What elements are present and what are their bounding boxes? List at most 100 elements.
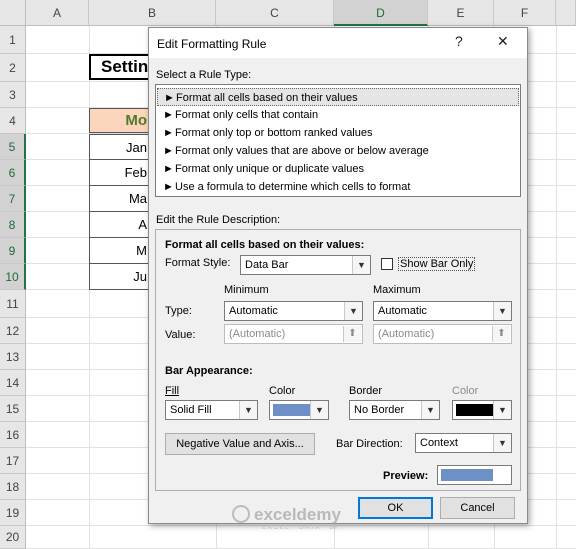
rule-type-label: Format only cells that contain xyxy=(175,109,319,121)
collapse-dialog-icon[interactable]: ⬆ xyxy=(343,326,361,342)
negative-value-axis-label: Negative Value and Axis... xyxy=(176,438,304,450)
row-header[interactable]: 17 xyxy=(0,448,26,474)
rule-bullet-icon: ► xyxy=(163,163,174,175)
edit-description-label: Edit the Rule Description: xyxy=(156,214,281,226)
chevron-down-icon[interactable]: ▼ xyxy=(352,256,370,274)
month-cell[interactable]: A xyxy=(89,212,149,238)
maximum-type-value: Automatic xyxy=(378,305,427,317)
close-icon[interactable]: ✕ xyxy=(497,33,509,50)
row-header[interactable]: 1 xyxy=(0,26,26,54)
column-header-g[interactable] xyxy=(556,0,576,26)
minimum-type-select[interactable]: Automatic ▼ xyxy=(224,301,363,321)
format-style-value: Data Bar xyxy=(245,259,289,271)
collapse-dialog-icon[interactable]: ⬆ xyxy=(492,326,510,342)
rule-type-item[interactable]: ►Format only unique or duplicate values xyxy=(157,160,519,178)
show-bar-only-label[interactable]: Show Bar Only xyxy=(398,257,476,271)
type-label: Type: xyxy=(165,305,192,317)
dialog-title-bar[interactable]: Edit Formatting Rule ? ✕ xyxy=(149,28,527,58)
show-bar-only-checkbox[interactable] xyxy=(381,258,393,270)
maximum-label: Maximum xyxy=(373,284,421,296)
row-header[interactable]: 2 xyxy=(0,54,26,82)
chevron-down-icon[interactable]: ▼ xyxy=(493,302,511,320)
fill-color-swatch xyxy=(273,404,310,416)
month-header-cell[interactable]: Mo xyxy=(89,108,149,133)
chevron-down-icon[interactable]: ▼ xyxy=(421,401,439,419)
row-header[interactable]: 12 xyxy=(0,318,26,344)
minimum-type-value: Automatic xyxy=(229,305,278,317)
dialog-title: Edit Formatting Rule xyxy=(157,37,267,51)
cancel-label: Cancel xyxy=(460,502,495,514)
preview-data-bar xyxy=(441,469,493,481)
minimum-value-field[interactable]: (Automatic) ⬆ xyxy=(224,324,363,344)
bar-direction-value: Context xyxy=(420,437,458,449)
row-header[interactable]: 14 xyxy=(0,370,26,396)
watermark-tagline: EXCEL · DATA · BI xyxy=(262,524,338,531)
border-value: No Border xyxy=(354,404,405,416)
row-header[interactable]: 10 xyxy=(0,264,26,290)
rule-type-item[interactable]: ►Format only cells that contain xyxy=(157,106,519,124)
row-header[interactable]: 6 xyxy=(0,160,26,186)
column-header-f[interactable]: F xyxy=(494,0,556,26)
bar-direction-select[interactable]: Context ▼ xyxy=(415,433,512,453)
bar-direction-label: Bar Direction: xyxy=(336,438,403,450)
rule-type-label: Format all cells based on their values xyxy=(176,92,358,104)
column-header-d[interactable]: D xyxy=(334,0,428,26)
month-cell[interactable]: Ju xyxy=(89,264,149,290)
rule-bullet-icon: ► xyxy=(164,92,175,104)
rule-type-label: Format only top or bottom ranked values xyxy=(175,127,373,139)
rule-type-list[interactable]: ►Format all cells based on their values … xyxy=(155,84,521,197)
preview-box xyxy=(437,465,512,485)
chevron-down-icon[interactable]: ▼ xyxy=(493,434,511,452)
rule-bullet-icon: ► xyxy=(163,109,174,121)
row-header[interactable]: 16 xyxy=(0,422,26,448)
sheet-title-cell[interactable]: Settin xyxy=(89,54,149,80)
column-header-e[interactable]: E xyxy=(428,0,494,26)
column-header-c[interactable]: C xyxy=(216,0,334,26)
maximum-value-field[interactable]: (Automatic) ⬆ xyxy=(373,324,512,344)
format-style-select[interactable]: Data Bar ▼ xyxy=(240,255,371,275)
border-color-picker[interactable]: ▼ xyxy=(452,400,512,420)
rule-type-item[interactable]: ►Format all cells based on their values xyxy=(157,88,519,106)
row-header[interactable]: 7 xyxy=(0,186,26,212)
month-cell[interactable]: Jan xyxy=(89,134,149,160)
fill-color-picker[interactable]: ▼ xyxy=(269,400,329,420)
row-header[interactable]: 9 xyxy=(0,238,26,264)
select-all-corner[interactable] xyxy=(0,0,26,26)
row-header[interactable]: 4 xyxy=(0,108,26,134)
ok-button[interactable]: OK xyxy=(358,497,433,519)
help-icon[interactable]: ? xyxy=(455,33,463,49)
column-header-a[interactable]: A xyxy=(26,0,89,26)
select-rule-type-label: Select a Rule Type: xyxy=(156,69,252,81)
format-style-label: Format Style: xyxy=(165,257,231,269)
negative-value-axis-button[interactable]: Negative Value and Axis... xyxy=(165,433,315,455)
chevron-down-icon[interactable]: ▼ xyxy=(310,401,328,419)
rule-type-item[interactable]: ►Use a formula to determine which cells … xyxy=(157,178,519,196)
cancel-button[interactable]: Cancel xyxy=(440,497,515,519)
row-header[interactable]: 8 xyxy=(0,212,26,238)
row-header[interactable]: 11 xyxy=(0,290,26,318)
month-cell[interactable]: Ma xyxy=(89,186,149,212)
minimum-label: Minimum xyxy=(224,284,269,296)
value-label: Value: xyxy=(165,329,196,341)
fill-label: Fill xyxy=(165,385,180,397)
minimum-value-placeholder: (Automatic) xyxy=(229,328,286,340)
chevron-down-icon[interactable]: ▼ xyxy=(344,302,362,320)
maximum-type-select[interactable]: Automatic ▼ xyxy=(373,301,512,321)
row-header[interactable]: 3 xyxy=(0,82,26,108)
column-header-b[interactable]: B xyxy=(89,0,216,26)
row-header[interactable]: 18 xyxy=(0,474,26,500)
rule-type-label: Format only values that are above or bel… xyxy=(175,145,429,157)
rule-type-item[interactable]: ►Format only top or bottom ranked values xyxy=(157,124,519,142)
row-header[interactable]: 5 xyxy=(0,134,26,160)
row-header[interactable]: 13 xyxy=(0,344,26,370)
month-cell[interactable]: M xyxy=(89,238,149,264)
row-header[interactable]: 20 xyxy=(0,526,26,549)
rule-type-item[interactable]: ►Format only values that are above or be… xyxy=(157,142,519,160)
fill-select[interactable]: Solid Fill ▼ xyxy=(165,400,258,420)
month-cell[interactable]: Feb xyxy=(89,160,149,186)
chevron-down-icon[interactable]: ▼ xyxy=(239,401,257,419)
row-header[interactable]: 19 xyxy=(0,500,26,526)
border-select[interactable]: No Border ▼ xyxy=(349,400,440,420)
row-header[interactable]: 15 xyxy=(0,396,26,422)
chevron-down-icon[interactable]: ▼ xyxy=(493,401,511,419)
